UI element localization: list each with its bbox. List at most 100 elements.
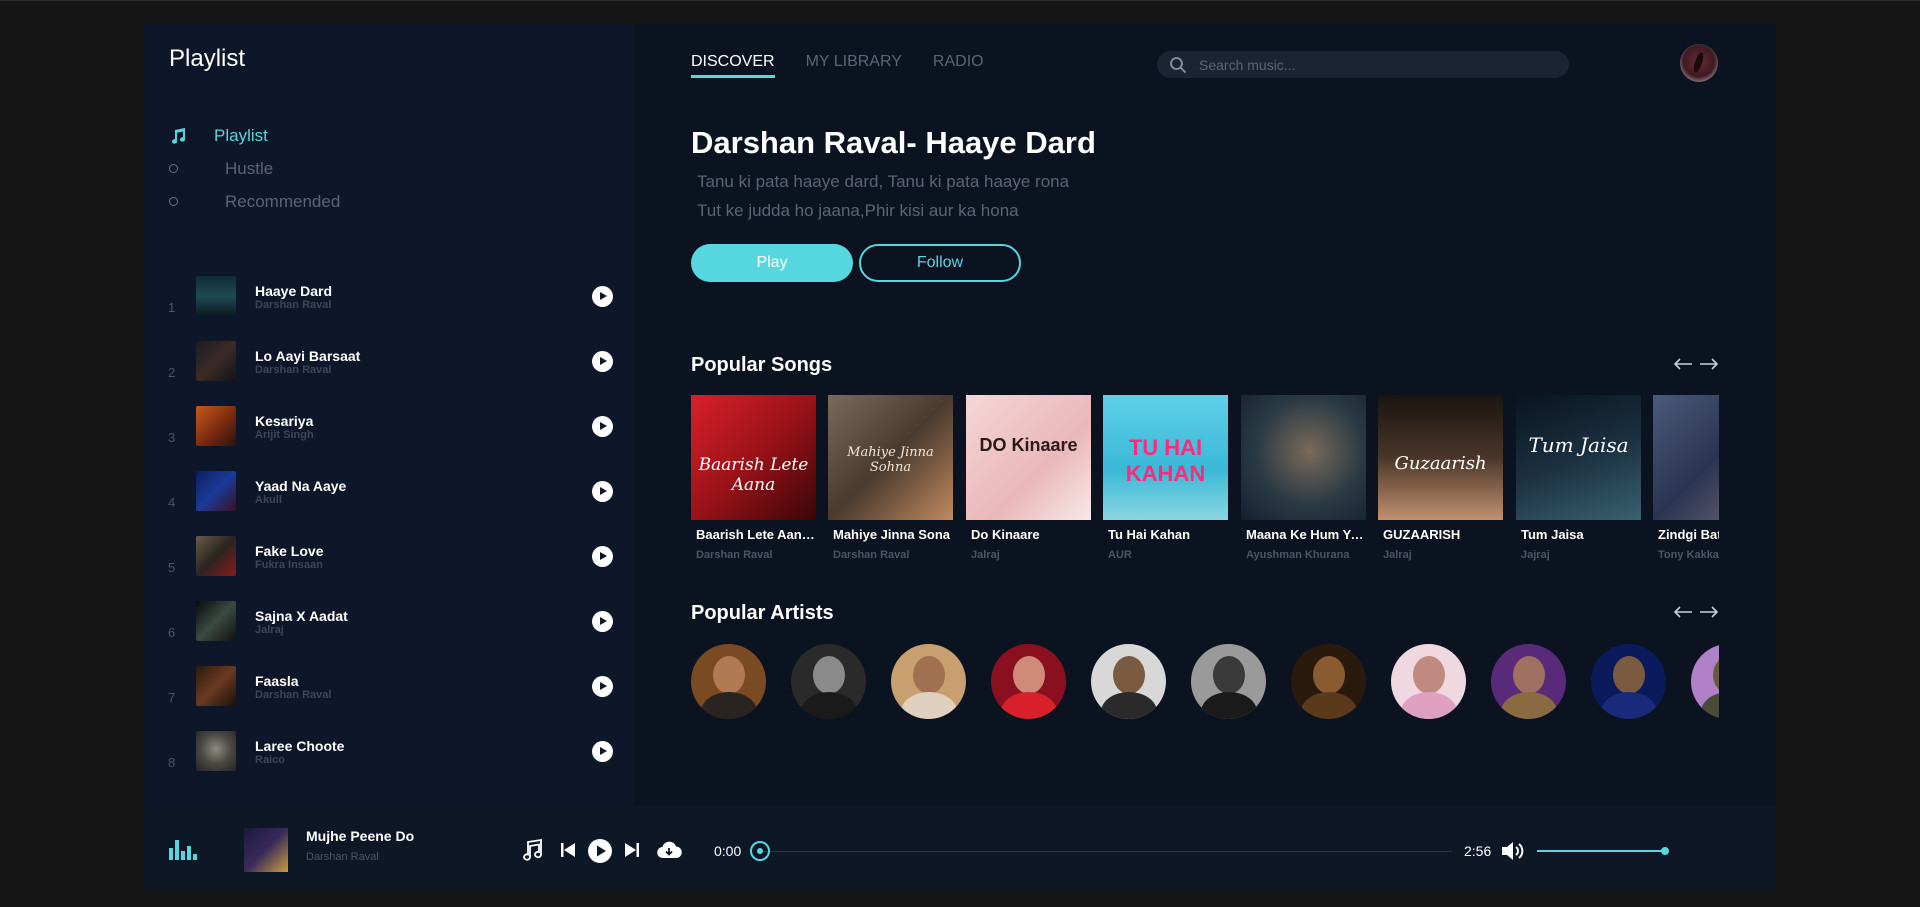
song-card[interactable]: Maana Ke Hum Yaar Nahin Ayushman Khurana — [1241, 395, 1366, 561]
playlist-tracks: 1 Haaye Dard Darshan Raval 2 Lo Aayi Bar… — [144, 276, 634, 796]
sidebar-item-label: Hustle — [225, 158, 274, 178]
song-card[interactable]: Baarish Lete Aana Baarish Lete Aana 2.0 … — [691, 395, 816, 561]
list-item[interactable]: 8 Laree Choote Raico — [144, 731, 634, 796]
hero-lyrics-line: Tut ke judda ho jaana,Phir kisi aur ka h… — [697, 201, 1019, 220]
play-icon[interactable] — [592, 676, 613, 697]
equalizer-icon — [169, 840, 197, 860]
arrow-right-icon[interactable] — [1699, 357, 1719, 371]
track-cover — [196, 471, 236, 511]
track-number: 6 — [168, 625, 176, 640]
sidebar: Playlist Playlist Hustle Recommended 1 H… — [144, 24, 634, 806]
tab-my-library[interactable]: MY LIBRARY — [806, 53, 902, 78]
popular-songs-carousel: Baarish Lete Aana Baarish Lete Aana 2.0 … — [691, 395, 1719, 580]
arrow-right-icon[interactable] — [1699, 605, 1719, 619]
track-artist: Jalraj — [255, 624, 284, 636]
track-title: Fake Love — [255, 543, 324, 559]
skip-previous-icon[interactable] — [560, 842, 576, 863]
download-icon[interactable] — [656, 839, 682, 866]
arrow-left-icon[interactable] — [1673, 605, 1693, 619]
song-card[interactable]: Zindgi Bataa Tony Kakkar — [1653, 395, 1719, 561]
song-artist: Jajraj — [1521, 549, 1550, 561]
play-icon[interactable] — [592, 286, 613, 307]
artist-avatar[interactable] — [991, 644, 1066, 719]
list-item[interactable]: 2 Lo Aayi Barsaat Darshan Raval — [144, 341, 634, 406]
song-card[interactable]: Guzaarish GUZAARISH Jalraj — [1378, 395, 1503, 561]
song-card[interactable]: Mahiye Jinna Sohna Mahiye Jinna Sona Dar… — [828, 395, 953, 561]
volume-handle[interactable] — [1661, 847, 1669, 855]
arrow-left-icon[interactable] — [1673, 357, 1693, 371]
artist-avatar[interactable] — [1091, 644, 1166, 719]
artist-avatar[interactable] — [1291, 644, 1366, 719]
track-artist: Fukra Insaan — [255, 559, 323, 571]
track-title: Lo Aayi Barsaat — [255, 348, 361, 364]
song-cover — [1653, 395, 1719, 520]
artist-avatar[interactable] — [1691, 644, 1719, 719]
list-item[interactable]: 7 Faasla Darshan Raval — [144, 666, 634, 731]
carousel-arrows — [1673, 605, 1719, 619]
artist-avatar[interactable] — [1191, 644, 1266, 719]
sidebar-nav: Playlist Hustle Recommended — [169, 119, 340, 218]
artist-avatar[interactable] — [791, 644, 866, 719]
list-item[interactable]: 5 Fake Love Fukra Insaan — [144, 536, 634, 601]
track-artist: Darshan Raval — [255, 689, 332, 701]
list-item[interactable]: 4 Yaad Na Aaye Akull — [144, 471, 634, 536]
cover-text: Mahiye Jinna Sohna — [847, 445, 934, 475]
music-note-icon — [169, 127, 199, 145]
skip-next-icon[interactable] — [624, 842, 640, 863]
artist-avatar[interactable] — [891, 644, 966, 719]
circle-icon — [169, 197, 178, 206]
track-cover — [196, 341, 236, 381]
play-icon[interactable] — [592, 416, 613, 437]
play-pause-button[interactable] — [588, 839, 612, 868]
follow-button[interactable]: Follow — [859, 244, 1021, 282]
app-window: Playlist Playlist Hustle Recommended 1 H… — [144, 24, 1776, 889]
song-card[interactable]: TU HAI KAHAN Tu Hai Kahan AUR — [1103, 395, 1228, 561]
now-playing-artist: Darshan Raval — [306, 851, 379, 863]
track-cover — [196, 536, 236, 576]
song-title: Baarish Lete Aana 2.0 — [696, 527, 816, 542]
play-icon[interactable] — [592, 481, 613, 502]
play-button[interactable]: Play — [691, 244, 853, 282]
song-cover — [1241, 395, 1366, 520]
player-bar: Mujhe Peene Do Darshan Raval 0:00 2:56 — [144, 806, 1776, 889]
song-artist: Ayushman Khurana — [1246, 549, 1350, 561]
song-artist: Jalraj — [1383, 549, 1412, 561]
play-icon[interactable] — [592, 741, 613, 762]
song-artist: AUR — [1108, 549, 1132, 561]
list-item[interactable]: 1 Haaye Dard Darshan Raval — [144, 276, 634, 341]
sidebar-item-label: Recommended — [225, 191, 341, 211]
artist-avatar[interactable] — [1391, 644, 1466, 719]
track-cover — [196, 276, 236, 316]
avatar[interactable] — [1680, 44, 1718, 82]
song-card[interactable]: DO Kinaare Do Kinaare Jalraj — [966, 395, 1091, 561]
circle-icon — [169, 164, 178, 173]
music-note-icon[interactable] — [520, 838, 544, 867]
play-icon[interactable] — [592, 546, 613, 567]
song-artist: Jalraj — [971, 549, 1000, 561]
search-input[interactable] — [1199, 56, 1539, 73]
artist-avatar[interactable] — [1591, 644, 1666, 719]
track-number: 4 — [168, 495, 176, 510]
song-title: Zindgi Bataa — [1658, 527, 1719, 542]
tab-radio[interactable]: RADIO — [933, 53, 984, 78]
artist-avatar[interactable] — [1491, 644, 1566, 719]
tab-discover[interactable]: DISCOVER — [691, 53, 775, 78]
play-icon[interactable] — [592, 351, 613, 372]
progress-bar[interactable] — [762, 851, 1452, 852]
artist-avatar[interactable] — [691, 644, 766, 719]
list-item[interactable]: 3 Kesariya Arijit Singh — [144, 406, 634, 471]
sidebar-item-hustle[interactable]: Hustle — [169, 152, 340, 185]
track-cover — [196, 601, 236, 641]
volume-slider[interactable] — [1537, 850, 1667, 852]
volume-icon[interactable] — [1501, 840, 1527, 867]
track-number: 1 — [168, 300, 176, 315]
progress-handle[interactable] — [750, 841, 770, 861]
play-icon[interactable] — [592, 611, 613, 632]
sidebar-item-playlist[interactable]: Playlist — [169, 119, 340, 152]
sidebar-item-recommended[interactable]: Recommended — [169, 185, 340, 218]
song-card[interactable]: Tum Jaisa Tum Jaisa Jajraj — [1516, 395, 1641, 561]
list-item[interactable]: 6 Sajna X Aadat Jalraj — [144, 601, 634, 666]
section-title: Popular Artists — [691, 602, 834, 624]
track-cover — [196, 731, 236, 771]
track-title: Haaye Dard — [255, 283, 333, 299]
